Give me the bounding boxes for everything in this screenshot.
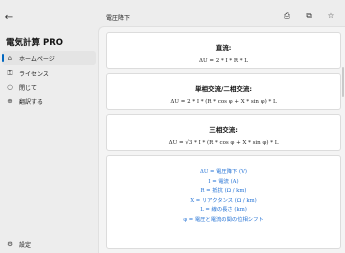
legend-line: L = 線の長さ (km) [200, 207, 247, 213]
scrollbar-thumb[interactable] [342, 67, 344, 97]
key-icon: ⚿ [7, 68, 13, 77]
sidebar-item-translate[interactable]: ⊕ 翻訳する [2, 94, 96, 108]
sidebar-item-settings[interactable]: ⚙ 設定 [2, 237, 96, 251]
sidebar-item-label: ホームページ [19, 55, 55, 63]
card-formula: ΔU = 2 * I * (R * cos φ + X * sin φ) * L [170, 99, 277, 105]
sidebar-item-label: 設定 [19, 241, 32, 249]
legend-line: R = 抵抗 (Ω / km) [200, 188, 247, 194]
app-title: 電気計算 PRO [6, 38, 63, 48]
active-indicator [2, 54, 4, 62]
sidebar-item-license[interactable]: ⚿ ライセンス [2, 66, 96, 80]
legend-line: ΔU = 電圧降下 (V) [200, 169, 247, 175]
formula-card-single-phase: 単相交流/二相交流: ΔU = 2 * I * (R * cos φ + X *… [106, 73, 341, 110]
sidebar: ← 電気計算 PRO ⌂ ホームページ ⚿ ライセンス ○ 閉じて ⊕ 翻訳する… [0, 0, 98, 253]
home-icon: ⌂ [7, 54, 13, 62]
formula-card-dc: 直流: ΔU = 2 * I * R * L [106, 32, 341, 69]
legend-line: X = リアクタンス (Ω / km) [190, 197, 257, 204]
sidebar-item-label: ライセンス [19, 70, 49, 78]
card-title: 単相交流/二相交流: [195, 85, 252, 93]
content-area: 直流: ΔU = 2 * I * R * L 単相交流/二相交流: ΔU = 2… [98, 26, 345, 253]
gear-icon: ⚙ [7, 240, 13, 248]
circle-icon: ○ [7, 83, 13, 91]
print-icon[interactable]: ⎙ [281, 10, 293, 22]
share-icon[interactable]: ⧉ [303, 10, 315, 22]
back-arrow-icon[interactable]: ← [2, 12, 16, 24]
star-icon[interactable]: ☆ [325, 10, 337, 22]
formula-card-three-phase: 三相交流: ΔU = √3 * I * (R * cos φ + X * sin… [106, 114, 341, 151]
card-title: 直流: [215, 44, 232, 52]
legend-card: ΔU = 電圧降下 (V) I = 電流 (A) R = 抵抗 (Ω / km)… [106, 155, 341, 249]
card-title: 三相交流: [209, 126, 238, 134]
sidebar-item-home[interactable]: ⌂ ホームページ [2, 51, 96, 65]
legend-line: I = 電流 (A) [208, 178, 239, 185]
card-formula: ΔU = 2 * I * R * L [199, 58, 248, 64]
globe-icon: ⊕ [7, 97, 13, 105]
sidebar-item-label: 閉じて [19, 84, 38, 92]
legend-line: φ = 電圧と電流の間の位相シフト [183, 216, 264, 223]
sidebar-item-close[interactable]: ○ 閉じて [2, 80, 96, 94]
page-title: 電圧降下 [106, 15, 131, 22]
card-formula: ΔU = √3 * I * (R * cos φ + X * sin φ) * … [168, 140, 279, 146]
sidebar-item-label: 翻訳する [19, 98, 44, 106]
